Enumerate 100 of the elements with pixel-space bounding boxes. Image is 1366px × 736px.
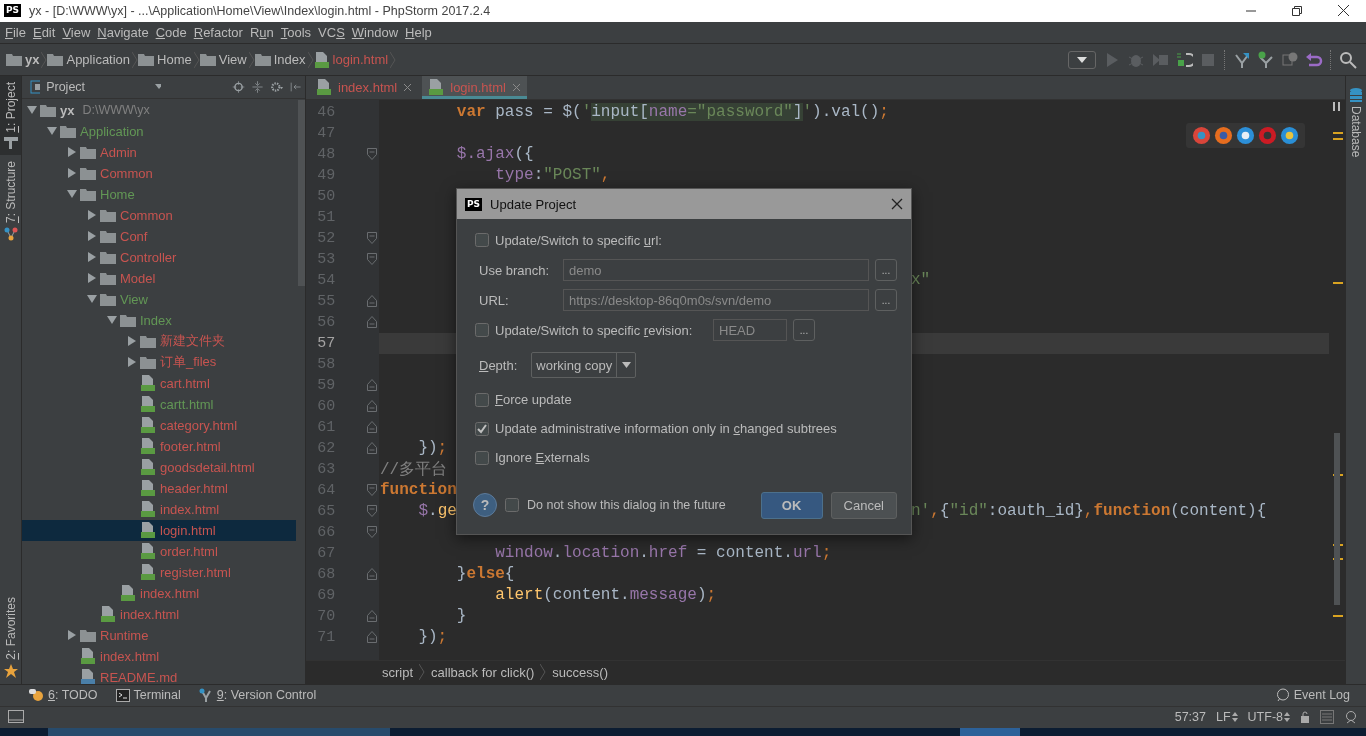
breadcrumb[interactable]: Index bbox=[273, 52, 306, 68]
browse-button[interactable]: ... bbox=[875, 259, 897, 281]
ok-button[interactable]: OK bbox=[760, 491, 823, 519]
vcs-commit-icon[interactable] bbox=[1257, 50, 1275, 69]
code-text: window.location.href = content.url; bbox=[495, 544, 832, 563]
line-separator-widget[interactable]: LF bbox=[1216, 710, 1238, 725]
collapsed-arrow-icon[interactable] bbox=[87, 210, 97, 221]
fold-icon[interactable] bbox=[367, 631, 377, 644]
revert-icon[interactable] bbox=[1305, 50, 1323, 69]
menu-item[interactable]: Tools bbox=[277, 25, 315, 40]
breadcrumb[interactable]: yx bbox=[25, 52, 40, 68]
fold-icon[interactable] bbox=[367, 421, 377, 434]
tree-item[interactable]: Index bbox=[22, 309, 296, 331]
caret-icon[interactable] bbox=[154, 84, 161, 90]
fold-icon[interactable] bbox=[367, 316, 377, 329]
tool-window-tab[interactable]: Database bbox=[1349, 81, 1363, 164]
memory-icon[interactable] bbox=[1320, 710, 1334, 725]
fold-icon[interactable] bbox=[367, 484, 377, 497]
checkbox[interactable] bbox=[475, 392, 489, 407]
cancel-button[interactable]: Cancel bbox=[830, 491, 897, 519]
close-icon[interactable] bbox=[891, 198, 903, 210]
encoding-widget[interactable]: UTF-8 bbox=[1247, 710, 1290, 725]
run-config-dropdown[interactable] bbox=[1068, 50, 1096, 69]
tool-window-tab[interactable]: 1: Project bbox=[0, 75, 21, 155]
scrollbar-thumb[interactable] bbox=[298, 99, 305, 286]
collapsed-arrow-icon[interactable] bbox=[87, 252, 97, 263]
breadcrumb[interactable]: success() bbox=[552, 664, 608, 680]
menu-item[interactable]: View bbox=[59, 25, 94, 40]
checkbox[interactable] bbox=[475, 421, 489, 436]
expanded-arrow-icon[interactable] bbox=[27, 105, 37, 116]
fold-icon[interactable] bbox=[367, 442, 377, 455]
browse-button[interactable]: ... bbox=[875, 289, 897, 311]
browser-icon[interactable] bbox=[1280, 125, 1299, 145]
fold-icon[interactable] bbox=[367, 379, 377, 392]
fold-icon[interactable] bbox=[367, 400, 377, 413]
menu-item[interactable]: Window bbox=[348, 25, 402, 40]
tree-item[interactable]: Application bbox=[22, 120, 296, 142]
error-mark[interactable] bbox=[1333, 614, 1343, 617]
tool-window-tab[interactable]: 2: Favorites bbox=[0, 591, 21, 684]
depth-dropdown[interactable]: working copy bbox=[531, 352, 637, 378]
tree-item[interactable]: yx D:\WWW\yx bbox=[22, 99, 296, 121]
menu-item[interactable]: Refactor bbox=[190, 25, 246, 40]
breadcrumb[interactable]: script bbox=[382, 664, 414, 680]
caret-position[interactable]: 57:37 bbox=[1174, 710, 1206, 725]
lock-icon[interactable] bbox=[1300, 711, 1310, 724]
breadcrumb[interactable]: callback for click() bbox=[431, 664, 535, 680]
tool-windows-icon[interactable] bbox=[8, 710, 24, 725]
error-mark[interactable] bbox=[1333, 281, 1343, 284]
menu-item[interactable]: File bbox=[2, 25, 29, 40]
fold-icon[interactable] bbox=[367, 526, 377, 539]
tool-window-button[interactable]: Terminal bbox=[115, 688, 181, 703]
event-log-button[interactable]: Event Log bbox=[1275, 688, 1350, 703]
checkbox[interactable] bbox=[475, 233, 489, 247]
panel-title[interactable]: Project bbox=[46, 79, 155, 94]
fold-icon[interactable] bbox=[367, 610, 377, 623]
tree-item[interactable]: View bbox=[22, 288, 296, 310]
collapsed-arrow-icon[interactable] bbox=[87, 231, 97, 242]
menu-item[interactable]: Help bbox=[402, 25, 435, 40]
expanded-arrow-icon[interactable] bbox=[47, 126, 57, 137]
text-field[interactable]: HEAD bbox=[713, 319, 787, 341]
expanded-arrow-icon[interactable] bbox=[107, 315, 117, 326]
breadcrumb[interactable]: View bbox=[218, 52, 247, 68]
help-button[interactable]: ? bbox=[473, 493, 497, 517]
collapsed-arrow-icon[interactable] bbox=[127, 357, 137, 368]
collapsed-arrow-icon[interactable] bbox=[67, 630, 77, 641]
fold-icon[interactable] bbox=[367, 232, 377, 245]
tool-window-tab[interactable]: 7: Structure bbox=[0, 154, 21, 247]
text-field[interactable]: demo bbox=[563, 259, 869, 281]
tree-item[interactable]: login.html bbox=[22, 519, 296, 541]
expanded-arrow-icon[interactable] bbox=[87, 294, 97, 305]
menu-item[interactable]: Navigate bbox=[94, 25, 152, 40]
search-icon[interactable] bbox=[1339, 50, 1357, 69]
scrollbar-thumb[interactable] bbox=[1334, 432, 1340, 605]
tree-item[interactable]: Home bbox=[22, 183, 296, 205]
checkbox[interactable] bbox=[475, 450, 489, 465]
fold-icon[interactable] bbox=[367, 568, 377, 581]
collapsed-arrow-icon[interactable] bbox=[67, 147, 77, 158]
vcs-update-icon[interactable] bbox=[1233, 50, 1251, 69]
menu-item[interactable]: VCS bbox=[315, 25, 348, 40]
fold-icon[interactable] bbox=[367, 505, 377, 518]
fold-icon[interactable] bbox=[367, 253, 377, 266]
fold-icon[interactable] bbox=[367, 295, 377, 308]
expanded-arrow-icon[interactable] bbox=[67, 189, 77, 200]
collapsed-arrow-icon[interactable] bbox=[67, 168, 77, 179]
text-field[interactable]: https://desktop-86q0m0s/svn/demo bbox=[563, 289, 869, 311]
breadcrumb[interactable]: Application bbox=[66, 52, 131, 68]
menu-item[interactable]: Edit bbox=[29, 25, 59, 40]
checkbox[interactable] bbox=[505, 498, 519, 512]
collapsed-arrow-icon[interactable] bbox=[87, 273, 97, 284]
tree-item[interactable]: cartt.html bbox=[22, 393, 296, 415]
menu-item[interactable]: Code bbox=[152, 25, 190, 40]
checkbox[interactable] bbox=[475, 323, 489, 337]
tool-window-button[interactable]: 6: TODO bbox=[28, 688, 98, 703]
collapsed-arrow-icon[interactable] bbox=[127, 336, 137, 347]
breadcrumb[interactable]: Home bbox=[157, 52, 192, 68]
fold-icon[interactable] bbox=[367, 148, 377, 161]
browse-button[interactable]: ... bbox=[793, 319, 815, 341]
menu-item[interactable]: Run bbox=[246, 25, 277, 40]
tool-window-button[interactable]: 9: Version Control bbox=[198, 688, 317, 703]
browser-icon[interactable] bbox=[1236, 125, 1255, 145]
